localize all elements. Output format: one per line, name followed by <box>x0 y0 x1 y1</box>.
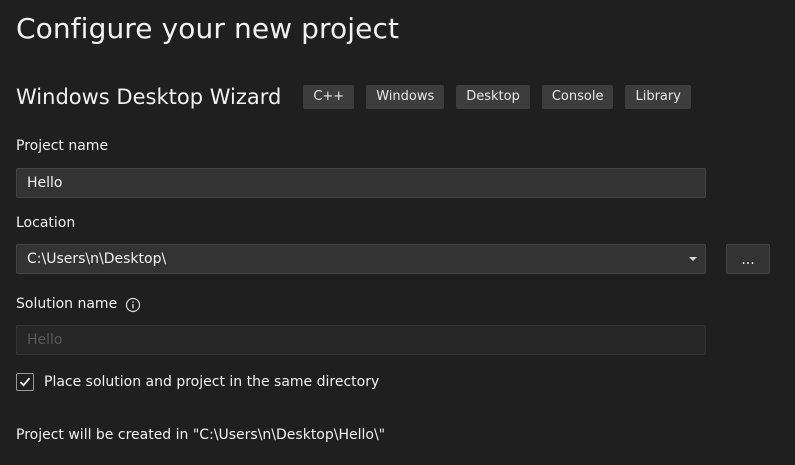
location-label: Location <box>16 215 76 231</box>
browse-location-button[interactable]: ... <box>726 244 770 274</box>
checkmark-icon <box>19 377 31 387</box>
tag-library: Library <box>625 85 691 109</box>
location-combobox[interactable]: C:\Users\n\Desktop\ <box>16 244 706 274</box>
dropdown-arrow-icon[interactable] <box>689 257 697 261</box>
solution-name-input <box>16 325 706 355</box>
tag-desktop: Desktop <box>456 85 530 109</box>
project-name-label: Project name <box>16 138 109 154</box>
template-header: Windows Desktop Wizard C++ Windows Deskt… <box>16 84 703 110</box>
project-name-input[interactable] <box>16 168 706 198</box>
location-value[interactable]: C:\Users\n\Desktop\ <box>17 251 689 267</box>
solution-name-label-row: Solution name <box>16 296 141 313</box>
tag-windows: Windows <box>366 85 445 109</box>
solution-name-label: Solution name <box>16 296 118 312</box>
project-path-summary: Project will be created in "C:\Users\n\D… <box>16 427 386 443</box>
tag-console: Console <box>541 85 614 109</box>
template-name: Windows Desktop Wizard <box>16 85 282 109</box>
tag-cpp: C++ <box>303 85 355 109</box>
info-icon[interactable] <box>125 297 141 313</box>
same-directory-label[interactable]: Place solution and project in the same d… <box>44 374 379 390</box>
page-title: Configure your new project <box>16 12 400 45</box>
same-directory-checkbox[interactable] <box>16 373 34 391</box>
same-directory-option[interactable]: Place solution and project in the same d… <box>16 372 379 392</box>
